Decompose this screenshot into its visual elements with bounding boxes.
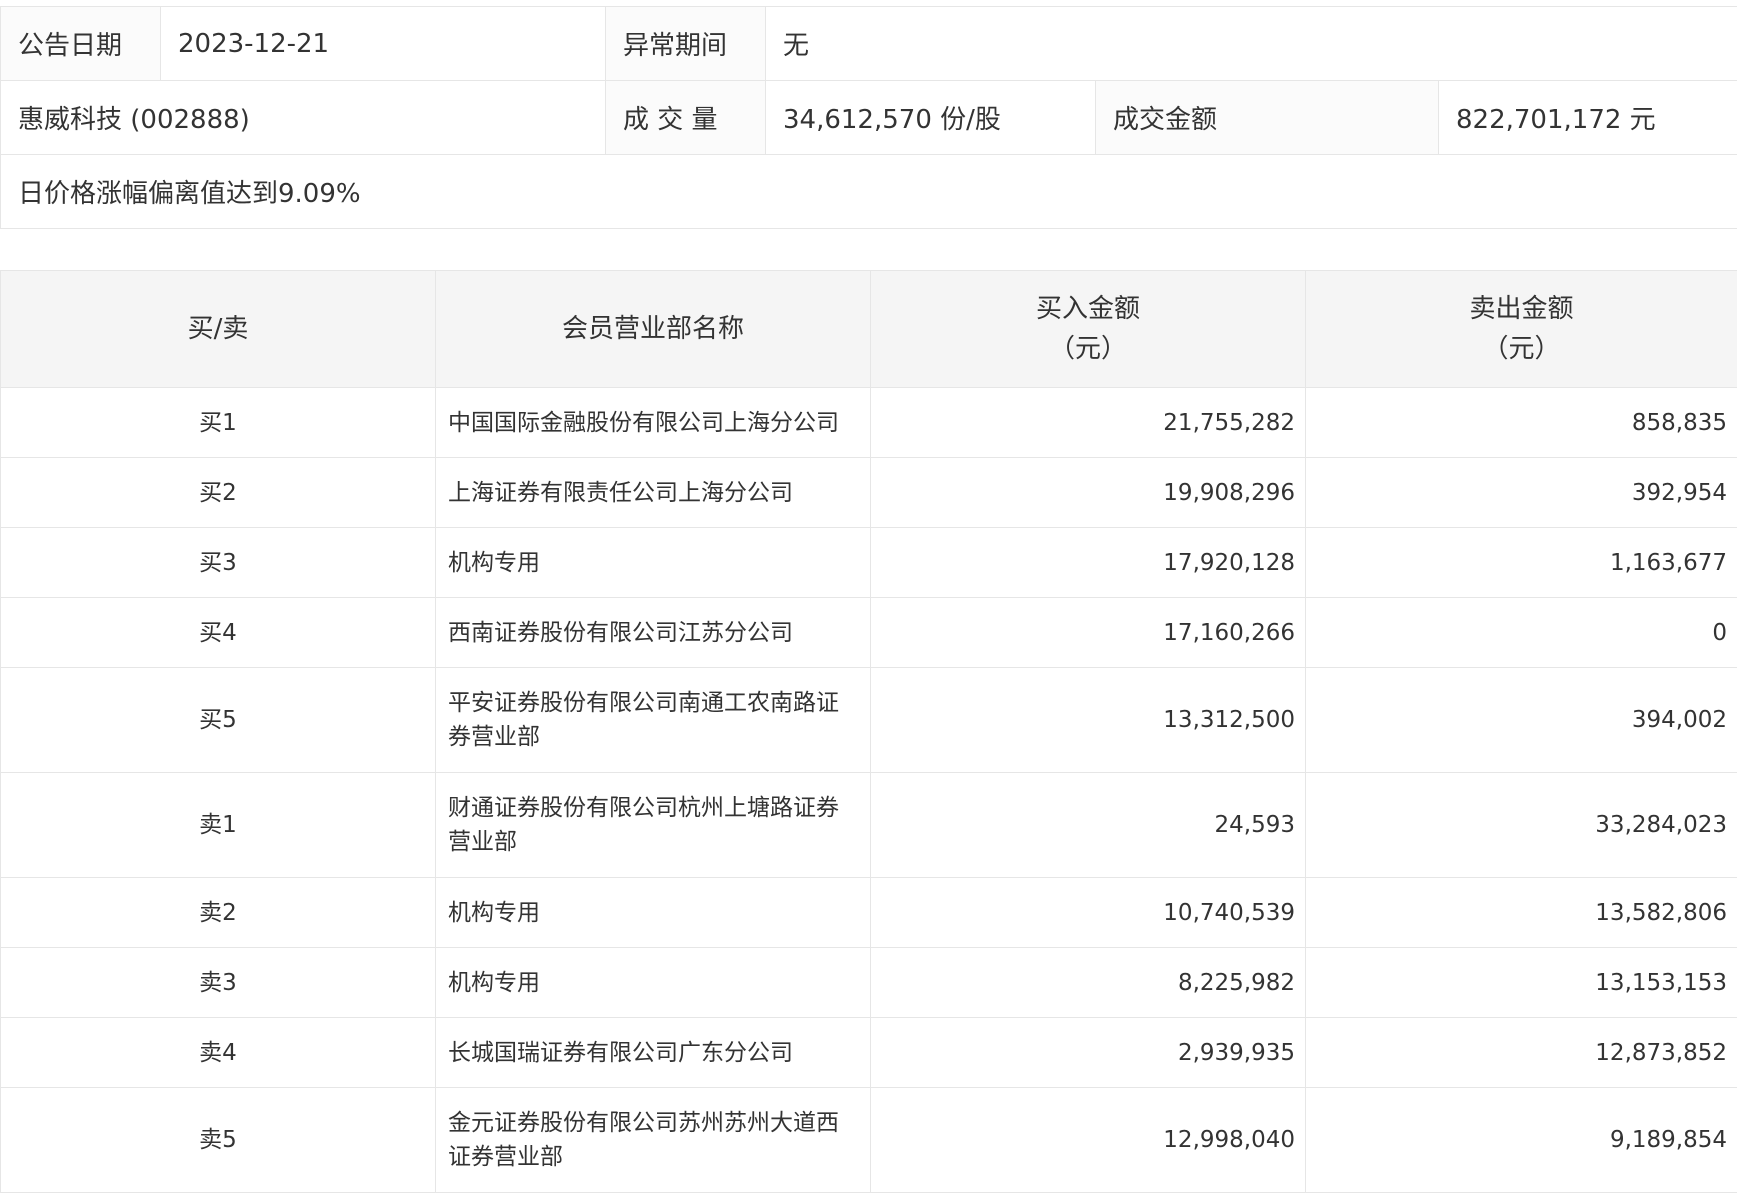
volume-value: 34,612,570 份/股 xyxy=(766,81,1096,155)
amount-value: 822,701,172 元 xyxy=(1439,81,1737,155)
header-sell-label: 卖出金额 xyxy=(1307,289,1736,329)
row-buy: 17,920,128 xyxy=(871,528,1306,598)
row-side: 卖5 xyxy=(1,1088,436,1193)
header-buy-unit: （元） xyxy=(872,329,1304,369)
row-sell: 12,873,852 xyxy=(1306,1018,1737,1088)
row-dept: 平安证券股份有限公司南通工农南路证券营业部 xyxy=(436,668,871,773)
date-label: 公告日期 xyxy=(1,7,161,81)
row-side: 买2 xyxy=(1,458,436,528)
table-row: 卖2 机构专用 10,740,539 13,582,806 xyxy=(1,878,1737,948)
row-sell: 392,954 xyxy=(1306,458,1737,528)
row-dept: 机构专用 xyxy=(436,948,871,1018)
header-buy: 买入金额 （元） xyxy=(871,271,1306,388)
row-side: 买1 xyxy=(1,388,436,458)
date-value: 2023-12-21 xyxy=(161,7,606,81)
header-buy-label: 买入金额 xyxy=(872,289,1304,329)
row-dept: 金元证券股份有限公司苏州苏州大道西证券营业部 xyxy=(436,1088,871,1193)
table-row: 买5 平安证券股份有限公司南通工农南路证券营业部 13,312,500 394,… xyxy=(1,668,1737,773)
row-dept: 西南证券股份有限公司江苏分公司 xyxy=(436,598,871,668)
info-row-stock: 惠威科技 (002888) 成 交 量 34,612,570 份/股 成交金额 … xyxy=(1,81,1737,155)
announcement-info-table: 公告日期 2023-12-21 异常期间 无 惠威科技 (002888) 成 交… xyxy=(0,6,1737,229)
row-sell: 394,002 xyxy=(1306,668,1737,773)
row-buy: 17,160,266 xyxy=(871,598,1306,668)
table-row: 买4 西南证券股份有限公司江苏分公司 17,160,266 0 xyxy=(1,598,1737,668)
row-dept: 长城国瑞证券有限公司广东分公司 xyxy=(436,1018,871,1088)
row-buy: 19,908,296 xyxy=(871,458,1306,528)
row-sell: 9,189,854 xyxy=(1306,1088,1737,1193)
info-row-reason: 日价格涨幅偏离值达到9.09% xyxy=(1,155,1737,229)
row-side: 卖4 xyxy=(1,1018,436,1088)
table-row: 卖3 机构专用 8,225,982 13,153,153 xyxy=(1,948,1737,1018)
row-buy: 12,998,040 xyxy=(871,1088,1306,1193)
table-body: 买1 中国国际金融股份有限公司上海分公司 21,755,282 858,835 … xyxy=(1,388,1737,1193)
period-label: 异常期间 xyxy=(606,7,766,81)
header-sell: 卖出金额 （元） xyxy=(1306,271,1737,388)
volume-label: 成 交 量 xyxy=(606,81,766,155)
row-side: 卖1 xyxy=(1,773,436,878)
row-sell: 0 xyxy=(1306,598,1737,668)
header-side: 买/卖 xyxy=(1,271,436,388)
row-side: 卖3 xyxy=(1,948,436,1018)
table-header-row: 买/卖 会员营业部名称 买入金额 （元） 卖出金额 （元） xyxy=(1,271,1737,388)
row-buy: 2,939,935 xyxy=(871,1018,1306,1088)
row-side: 买4 xyxy=(1,598,436,668)
row-dept: 中国国际金融股份有限公司上海分公司 xyxy=(436,388,871,458)
table-row: 买1 中国国际金融股份有限公司上海分公司 21,755,282 858,835 xyxy=(1,388,1737,458)
period-value: 无 xyxy=(766,7,1737,81)
row-buy: 24,593 xyxy=(871,773,1306,878)
row-buy: 21,755,282 xyxy=(871,388,1306,458)
row-sell: 858,835 xyxy=(1306,388,1737,458)
reason-text: 日价格涨幅偏离值达到9.09% xyxy=(1,155,1737,229)
row-dept: 机构专用 xyxy=(436,878,871,948)
header-sell-unit: （元） xyxy=(1307,329,1736,369)
row-dept: 财通证券股份有限公司杭州上塘路证券营业部 xyxy=(436,773,871,878)
header-dept: 会员营业部名称 xyxy=(436,271,871,388)
table-row: 买3 机构专用 17,920,128 1,163,677 xyxy=(1,528,1737,598)
row-sell: 33,284,023 xyxy=(1306,773,1737,878)
row-buy: 8,225,982 xyxy=(871,948,1306,1018)
info-row-date: 公告日期 2023-12-21 异常期间 无 xyxy=(1,7,1737,81)
row-side: 买3 xyxy=(1,528,436,598)
table-row: 买2 上海证券有限责任公司上海分公司 19,908,296 392,954 xyxy=(1,458,1737,528)
row-sell: 13,153,153 xyxy=(1306,948,1737,1018)
row-buy: 10,740,539 xyxy=(871,878,1306,948)
row-buy: 13,312,500 xyxy=(871,668,1306,773)
table-row: 卖1 财通证券股份有限公司杭州上塘路证券营业部 24,593 33,284,02… xyxy=(1,773,1737,878)
stock-name: 惠威科技 (002888) xyxy=(1,81,606,155)
row-sell: 1,163,677 xyxy=(1306,528,1737,598)
broker-trading-table: 买/卖 会员营业部名称 买入金额 （元） 卖出金额 （元） 买1 中国国际金融股… xyxy=(0,270,1737,1193)
table-row: 卖4 长城国瑞证券有限公司广东分公司 2,939,935 12,873,852 xyxy=(1,1018,1737,1088)
row-sell: 13,582,806 xyxy=(1306,878,1737,948)
row-side: 卖2 xyxy=(1,878,436,948)
table-row: 卖5 金元证券股份有限公司苏州苏州大道西证券营业部 12,998,040 9,1… xyxy=(1,1088,1737,1193)
row-side: 买5 xyxy=(1,668,436,773)
amount-label: 成交金额 xyxy=(1096,81,1439,155)
row-dept: 上海证券有限责任公司上海分公司 xyxy=(436,458,871,528)
row-dept: 机构专用 xyxy=(436,528,871,598)
